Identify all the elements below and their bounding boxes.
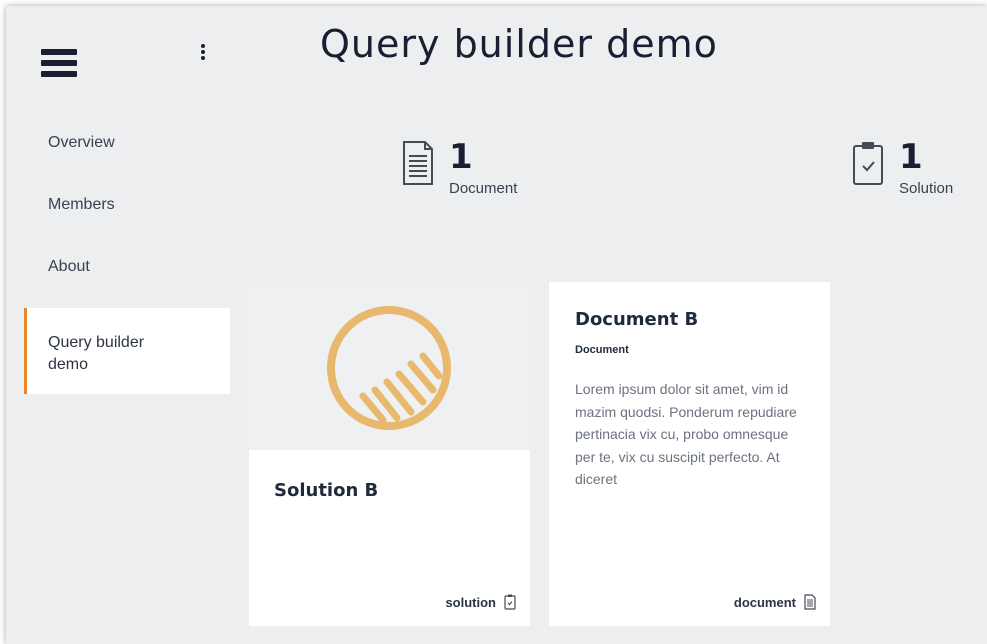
document-count-stat: 1 Document [401,140,517,197]
card-type: Document [575,344,629,356]
sidebar-item-label: Query builder demo [48,334,145,373]
document-card[interactable]: Document B Document Lorem ipsum dolor si… [549,282,830,626]
solution-count-stat: 1 Solution [851,140,953,197]
hamburger-menu-icon[interactable] [41,49,77,81]
card-type-footer: document [734,594,816,610]
solution-logo-icon [327,306,451,430]
app-window: Query builder demo Overview Members Abou… [6,6,987,644]
solution-card[interactable]: Solution B solution [249,282,530,626]
card-thumbnail [249,282,530,450]
document-count-label: Document [449,180,518,197]
sidebar-item-label: About [48,258,90,275]
card-type-label: document [733,594,796,610]
card-type-footer: solution [445,594,516,610]
clipboard-check-icon [853,142,883,185]
card-description: Lorem ipsum dolor sit amet, vim id mazim… [575,381,797,487]
solution-count: 1 [899,137,923,177]
sidebar-item-query-builder-demo[interactable]: Query builder demo [24,308,230,394]
card-title: Document B [575,309,699,330]
page-title: Query builder demo [320,22,718,66]
sidebar-item-members[interactable]: Members [24,180,230,242]
clipboard-check-icon [504,594,516,610]
sidebar-item-label: Members [48,196,115,213]
document-icon [403,141,433,185]
card-title: Solution B [274,480,379,501]
document-count: 1 [449,137,473,177]
solution-count-label: Solution [899,180,954,197]
sidebar-item-about[interactable]: About [24,242,230,304]
sidebar: Overview Members About Query builder dem… [24,118,230,394]
card-type-label: solution [445,594,496,610]
sidebar-item-label: Overview [48,134,115,151]
sidebar-item-overview[interactable]: Overview [24,118,230,180]
more-vertical-icon[interactable] [196,44,210,66]
document-icon [804,594,816,610]
